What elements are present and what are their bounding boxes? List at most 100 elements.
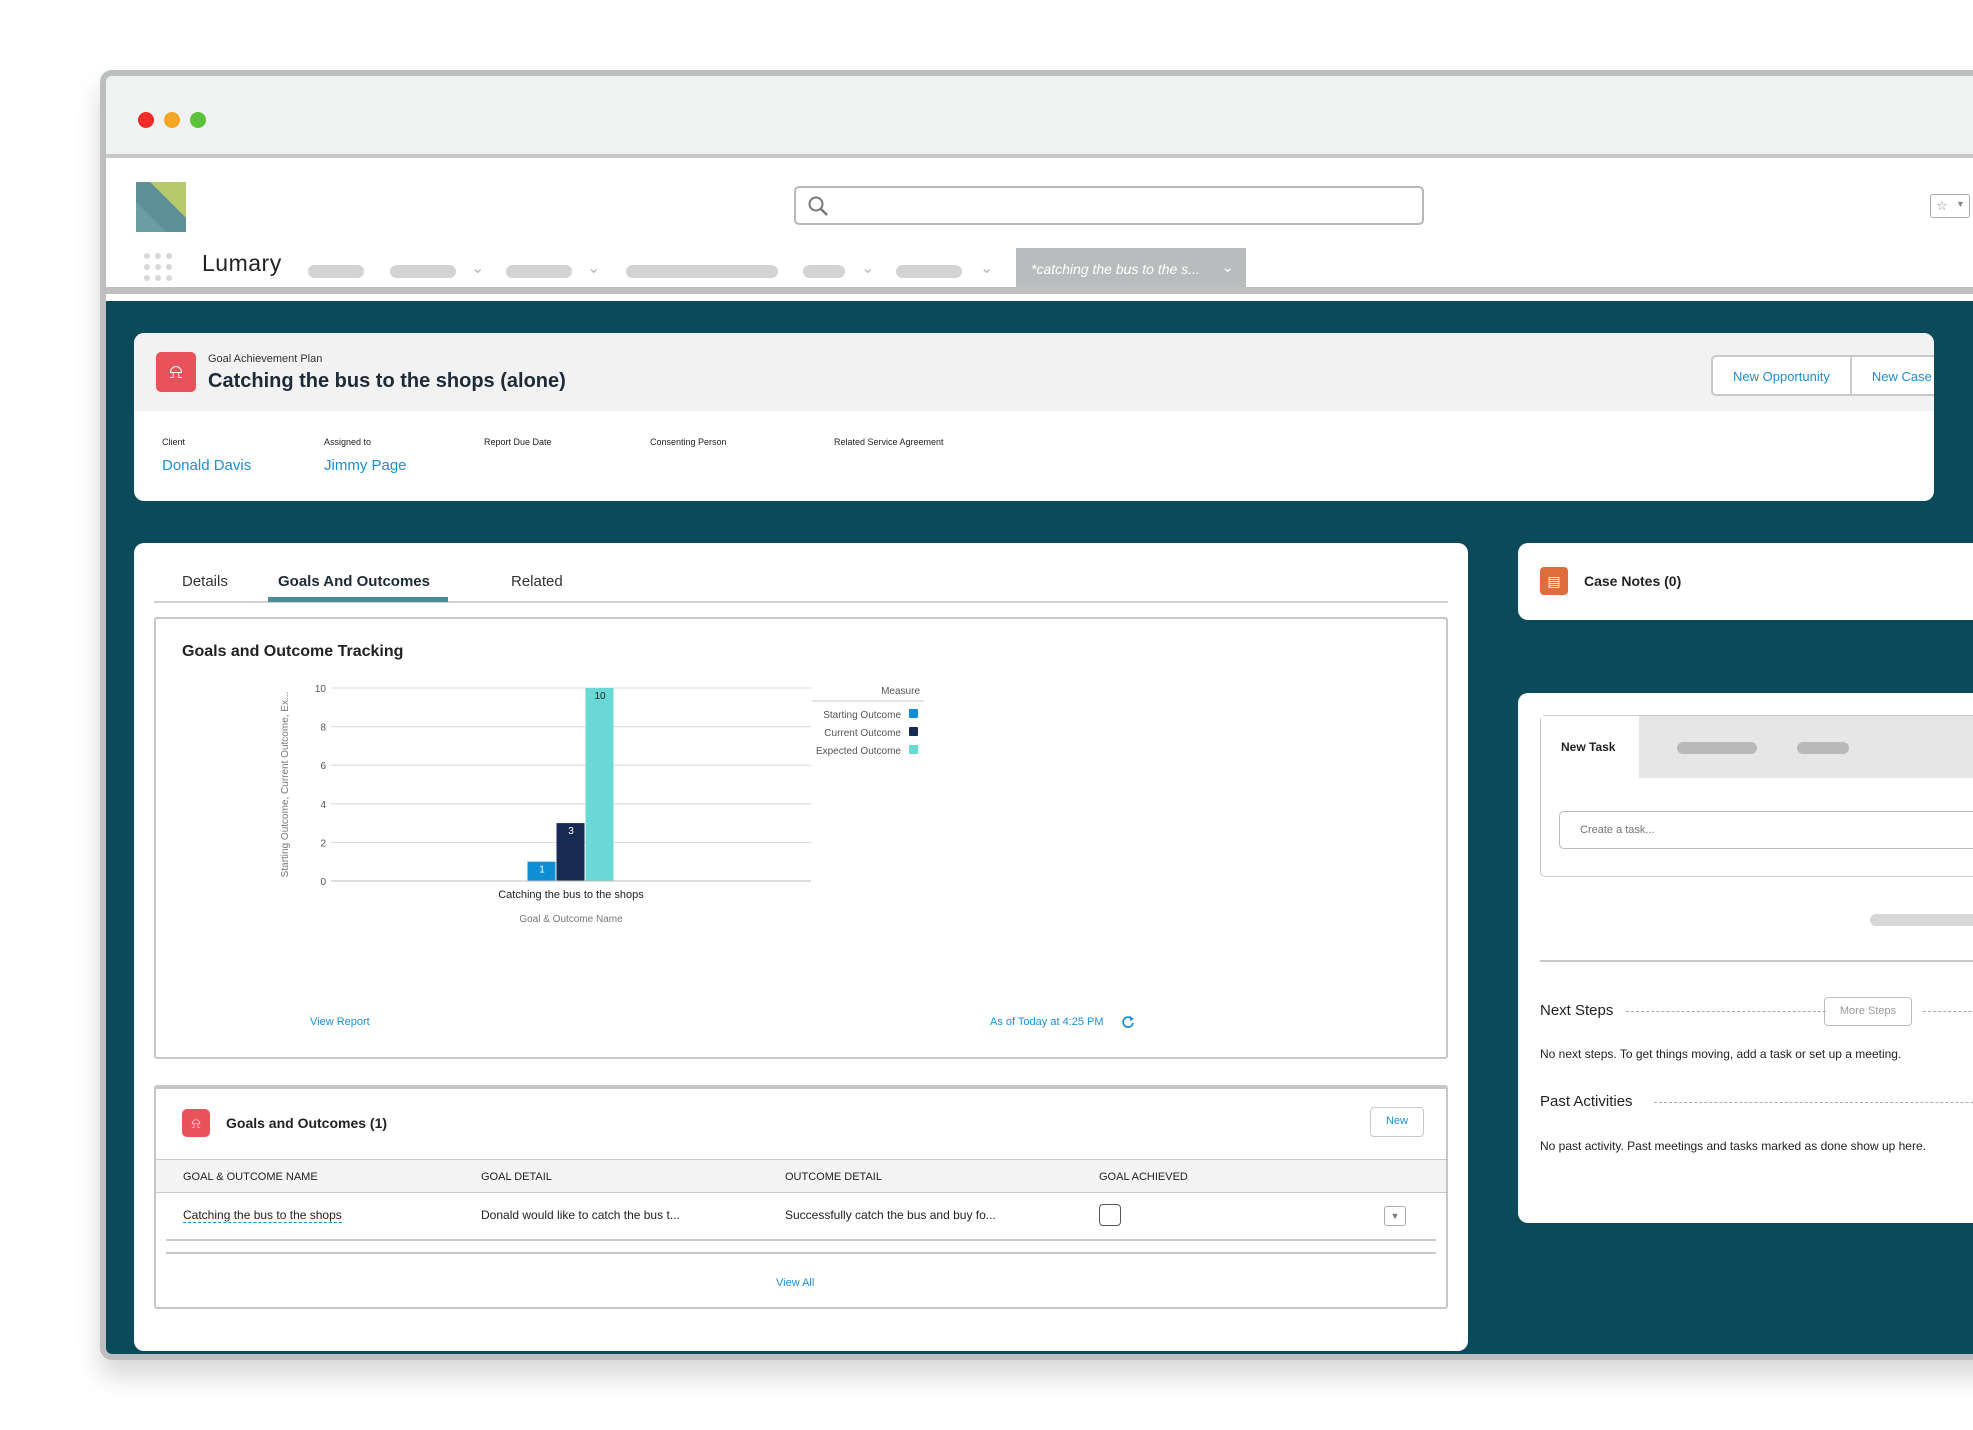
more-steps-button[interactable]: More Steps xyxy=(1824,997,1912,1026)
minimize-window-button[interactable] xyxy=(164,112,180,128)
data-label: 10 xyxy=(594,691,606,702)
app-launcher-waffle-icon[interactable] xyxy=(144,253,172,281)
record-highlights-panel: ⍾ Goal Achievement Plan Catching the bus… xyxy=(134,333,1934,501)
lumary-logo-icon xyxy=(136,182,186,232)
tab-details[interactable]: Details xyxy=(182,573,228,590)
activity-composer: New Task xyxy=(1540,715,1973,877)
activity-tab-3[interactable] xyxy=(1797,742,1849,754)
tab-selected-indicator xyxy=(268,597,448,602)
dashed-divider xyxy=(1626,1011,1826,1012)
data-label: 1 xyxy=(539,865,545,876)
case-notes-card: ▤ Case Notes (0) xyxy=(1518,543,1973,620)
legend-label: Expected Outcome xyxy=(816,746,901,757)
dashed-divider xyxy=(1923,1011,1973,1012)
record-type: Goal Achievement Plan xyxy=(208,353,323,365)
nav-item-1[interactable] xyxy=(308,265,364,278)
y-axis-label: Starting Outcome, Current Outcome, Ex... xyxy=(280,692,291,878)
chevron-down-icon[interactable]: ⌄ xyxy=(587,258,600,278)
active-record-tab[interactable]: *catching the bus to the s... ⌄ xyxy=(1016,248,1246,287)
chevron-down-icon[interactable]: ⌄ xyxy=(861,258,874,278)
note-icon: ▤ xyxy=(1540,567,1568,595)
field-client: Client Donald Davis xyxy=(162,437,251,474)
past-activities-heading: Past Activities xyxy=(1540,1093,1633,1110)
x-tick-label: Catching the bus to the shops xyxy=(498,889,644,901)
activity-divider xyxy=(1540,960,1973,962)
row-divider xyxy=(166,1239,1436,1241)
tab-goals-and-outcomes[interactable]: Goals And Outcomes xyxy=(278,573,430,590)
new-goal-button[interactable]: New xyxy=(1370,1107,1424,1137)
bar xyxy=(585,688,614,881)
field-label: Client xyxy=(162,437,186,447)
global-search-input[interactable] xyxy=(794,186,1424,225)
field-assigned-to: Assigned to Jimmy Page xyxy=(324,437,407,474)
field-label: Related Service Agreement xyxy=(834,437,944,447)
save-placeholder-bar xyxy=(1870,914,1973,926)
client-link[interactable]: Donald Davis xyxy=(162,457,251,474)
nav-item-6[interactable] xyxy=(896,265,962,278)
case-notes-title: Case Notes (0) xyxy=(1584,573,1682,589)
legend-label: Starting Outcome xyxy=(823,710,901,721)
new-task-label: New Task xyxy=(1561,740,1616,754)
create-task-input[interactable] xyxy=(1559,811,1973,849)
star-icon: ☆ xyxy=(1936,198,1948,213)
close-window-button[interactable] xyxy=(138,112,154,128)
tab-related[interactable]: Related xyxy=(511,573,563,590)
goal-bell-icon: ⍾ xyxy=(156,352,196,392)
app-header: ☆ ▼ Lumary ⌄ ⌄ ⌄ ⌄ *catching the bus to … xyxy=(106,162,1973,294)
refresh-icon[interactable] xyxy=(1121,1015,1135,1029)
chevron-down-icon[interactable]: ⌄ xyxy=(980,258,993,278)
legend-title: Measure xyxy=(881,686,920,697)
legend-swatch xyxy=(909,745,918,754)
record-action-buttons: New Opportunity New Case xyxy=(1711,355,1934,396)
assigned-to-link[interactable]: Jimmy Page xyxy=(324,457,407,474)
goals-outcomes-related-list: ⍾ Goals and Outcomes (1) New GOAL & OUTC… xyxy=(154,1085,1448,1309)
column-header[interactable]: GOAL ACHIEVED xyxy=(1099,1171,1188,1183)
past-activity-empty-text: No past activity. Past meetings and task… xyxy=(1540,1139,1926,1153)
nav-item-3[interactable] xyxy=(506,265,572,278)
favorites-button[interactable]: ☆ ▼ xyxy=(1930,194,1970,218)
goals-list-title: Goals and Outcomes (1) xyxy=(226,1115,388,1131)
chart-timestamp: As of Today at 4:25 PM xyxy=(990,1016,1104,1028)
content-area: ⍾ Goal Achievement Plan Catching the bus… xyxy=(106,301,1973,1354)
nav-item-5[interactable] xyxy=(803,265,845,278)
search-icon xyxy=(808,196,828,216)
new-opportunity-button[interactable]: New Opportunity xyxy=(1713,357,1852,394)
field-report-due-date: Report Due Date xyxy=(484,437,552,447)
dashed-divider xyxy=(1654,1102,1973,1103)
maximize-window-button[interactable] xyxy=(190,112,206,128)
browser-window: ☆ ▼ Lumary ⌄ ⌄ ⌄ ⌄ *catching the bus to … xyxy=(100,70,1973,1360)
goal-name-link[interactable]: Catching the bus to the shops xyxy=(183,1208,342,1223)
legend-swatch xyxy=(909,727,918,736)
x-axis-label: Goal & Outcome Name xyxy=(519,914,623,925)
field-label: Assigned to xyxy=(324,437,372,447)
chevron-down-icon: ▼ xyxy=(1956,199,1965,209)
goals-table-header: GOAL & OUTCOME NAME GOAL DETAIL OUTCOME … xyxy=(156,1159,1446,1193)
browser-titlebar xyxy=(106,76,1973,158)
column-header[interactable]: OUTCOME DETAIL xyxy=(785,1171,882,1183)
goal-achieved-checkbox[interactable] xyxy=(1099,1204,1121,1226)
chevron-down-icon[interactable]: ⌄ xyxy=(471,258,484,278)
tab-new-task[interactable]: New Task xyxy=(1541,716,1639,778)
data-label: 3 xyxy=(568,826,574,837)
goals-outcome-chart: 0 2 4 6 8 10 Starting Outcome, Current Outcome… xyxy=(280,684,924,925)
field-consenting-person: Consenting Person xyxy=(650,437,727,447)
view-all-link[interactable]: View All xyxy=(776,1277,814,1289)
row-actions-dropdown-icon[interactable]: ▼ xyxy=(1384,1206,1406,1226)
nav-item-4[interactable] xyxy=(626,265,778,278)
goal-detail-cell: Donald would like to catch the bus t... xyxy=(481,1208,680,1222)
y-tick-label: 10 xyxy=(315,684,327,695)
activity-tab-2[interactable] xyxy=(1677,742,1757,754)
chart-card-title: Goals and Outcome Tracking xyxy=(182,643,404,660)
record-header: ⍾ Goal Achievement Plan Catching the bus… xyxy=(134,333,1934,411)
nav-item-2[interactable] xyxy=(390,265,456,278)
chevron-down-icon[interactable]: ⌄ xyxy=(1221,258,1234,276)
y-tick-label: 0 xyxy=(320,877,326,888)
view-report-link[interactable]: View Report xyxy=(310,1016,370,1028)
new-case-button[interactable]: New Case xyxy=(1852,357,1934,394)
column-header[interactable]: GOAL DETAIL xyxy=(481,1171,552,1183)
active-tab-label: *catching the bus to the s... xyxy=(1031,261,1200,277)
next-steps-heading: Next Steps xyxy=(1540,1002,1614,1019)
chart-card: Goals and Outcome Tracking 0 2 4 6 8 10 Starti… xyxy=(154,617,1448,1059)
column-header[interactable]: GOAL & OUTCOME NAME xyxy=(183,1171,318,1183)
y-tick-label: 8 xyxy=(320,723,326,734)
